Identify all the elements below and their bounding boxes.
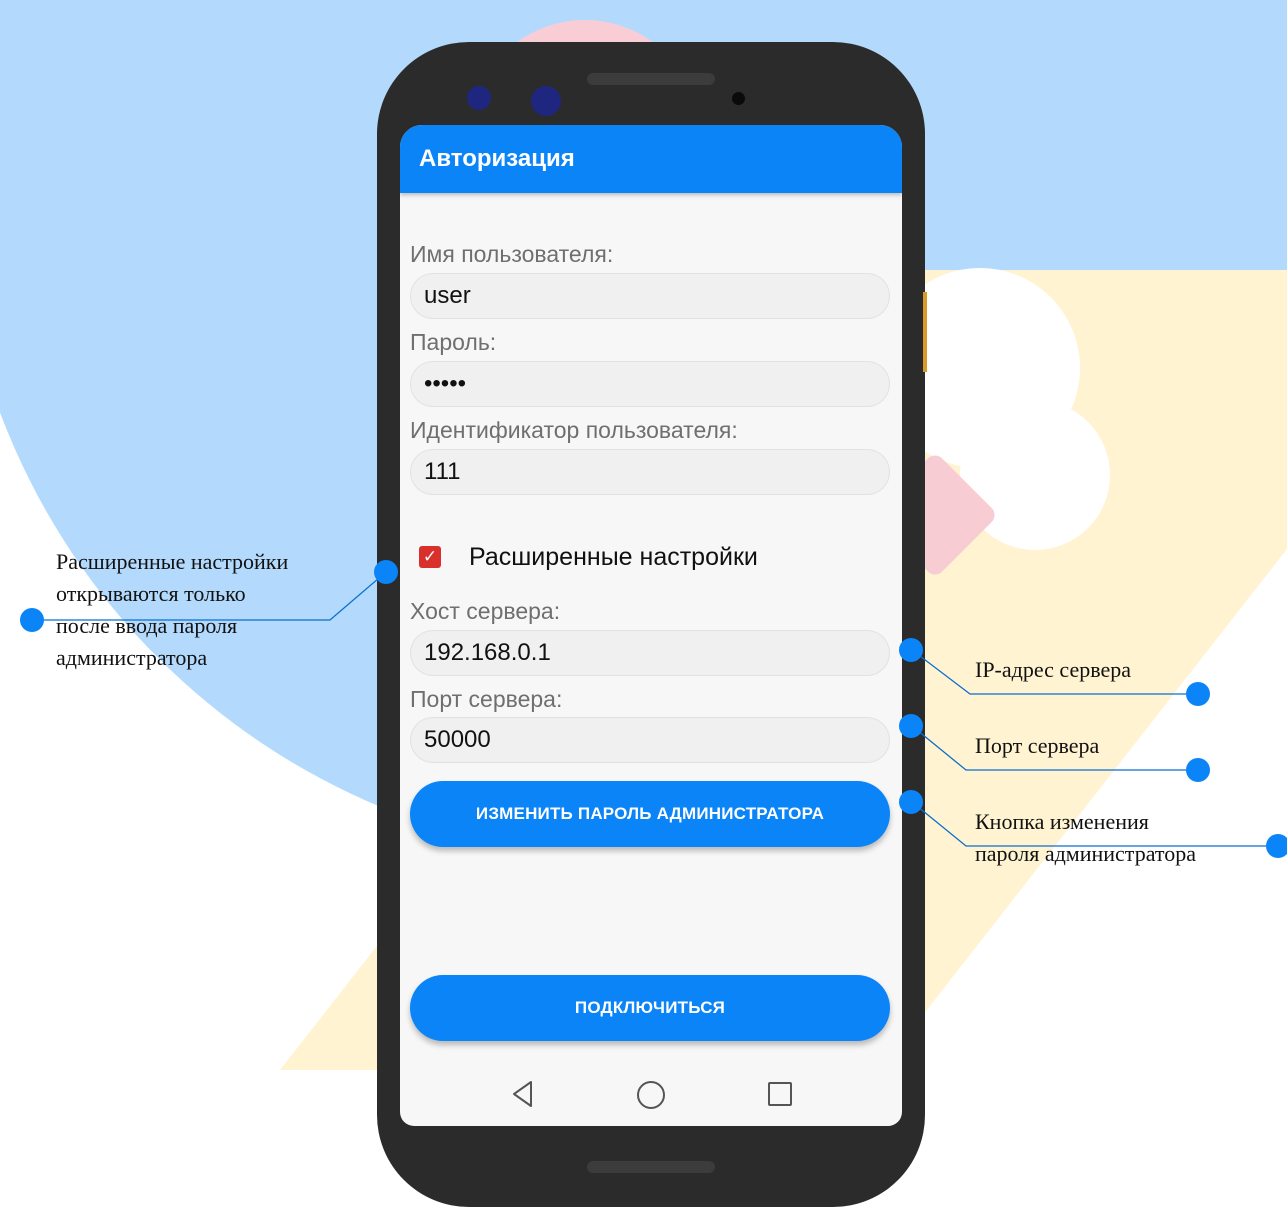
callout-dot — [1186, 682, 1210, 706]
callout-ip: IP-адрес сервера — [975, 657, 1132, 682]
callout-dot — [899, 714, 923, 738]
callout-dot — [374, 560, 398, 584]
callout-line: пароля администратора — [975, 841, 1196, 866]
callout-advanced-settings: Расширенные настройки открываются только… — [56, 546, 288, 674]
callout-dot — [20, 608, 44, 632]
callout-line: открываются только — [56, 581, 246, 606]
callout-line: Расширенные настройки — [56, 549, 289, 574]
callout-line: после ввода пароля — [56, 613, 238, 638]
callout-dot — [1186, 758, 1210, 782]
callout-line: Кнопка изменения — [975, 809, 1149, 834]
callout-dot — [1266, 834, 1287, 858]
callout-dot — [899, 790, 923, 814]
callout-dot — [899, 638, 923, 662]
callout-change-password: Кнопка изменения пароля администратора — [975, 806, 1196, 870]
callout-line: администратора — [56, 645, 208, 670]
callout-port: Порт сервера — [975, 733, 1100, 758]
